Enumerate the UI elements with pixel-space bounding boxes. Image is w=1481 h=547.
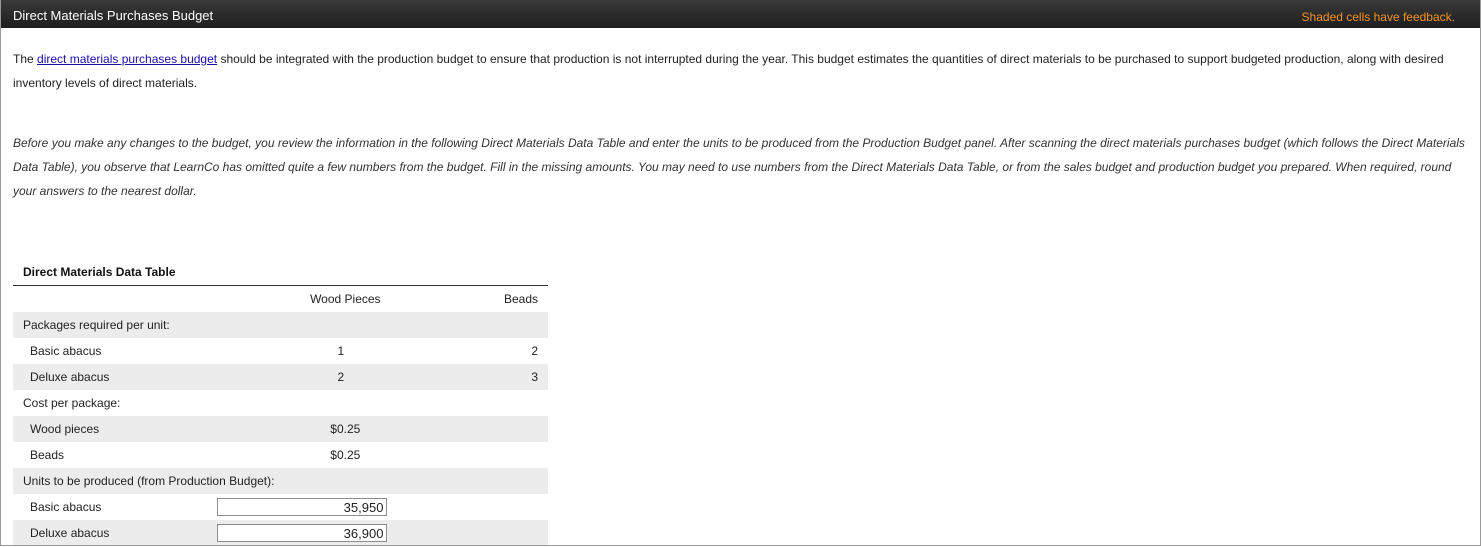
table-row: Wood pieces $0.25: [13, 416, 548, 442]
panel: Direct Materials Purchases Budget Shaded…: [0, 0, 1481, 546]
section-row-packages: Packages required per unit:: [13, 312, 548, 338]
basic-abacus-units-input[interactable]: 35,950: [217, 498, 388, 516]
table-header-row: Wood Pieces Beads: [13, 286, 548, 312]
packages-label: Packages required per unit:: [13, 312, 217, 338]
panel-header: Direct Materials Purchases Budget Shaded…: [1, 0, 1480, 28]
beads-value: 3: [474, 364, 548, 390]
row-label: Wood pieces: [13, 416, 217, 442]
intro-suffix: should be integrated with the production…: [13, 52, 1444, 90]
row-label: Basic abacus: [30, 500, 102, 514]
direct-materials-purchases-budget-link[interactable]: direct materials purchases budget: [37, 52, 217, 66]
column-header-wood-pieces: Wood Pieces: [310, 292, 381, 306]
section-row-cost: Cost per package:: [13, 390, 548, 416]
row-label: Beads: [30, 448, 65, 462]
cost-value: $0.25: [330, 448, 361, 462]
wood-value: 1: [337, 344, 345, 358]
data-table-grid: Wood Pieces Beads Packages required per …: [13, 286, 548, 545]
table-row: Deluxe abacus 2 3: [13, 364, 548, 390]
units-label: Units to be produced (from Production Bu…: [13, 468, 475, 494]
column-header-beads: Beads: [503, 292, 538, 306]
section-row-units: Units to be produced (from Production Bu…: [13, 468, 548, 494]
panel-title: Direct Materials Purchases Budget: [13, 8, 214, 23]
row-label: Deluxe abacus: [13, 520, 217, 545]
table-row: Basic abacus 35,950: [13, 494, 548, 520]
intro-prefix: The: [13, 52, 38, 66]
deluxe-abacus-units-input[interactable]: 36,900: [217, 524, 388, 542]
row-label: Basic abacus: [30, 344, 102, 358]
cost-label: Cost per package:: [23, 396, 121, 410]
beads-value: 2: [531, 344, 538, 358]
intro-paragraph: The direct materials purchases budget sh…: [13, 47, 1468, 95]
table-row: Beads $0.25: [13, 442, 548, 468]
cost-value: $0.25: [216, 416, 475, 442]
wood-value: 2: [216, 364, 475, 390]
row-label: Deluxe abacus: [13, 364, 217, 390]
feedback-note: Shaded cells have feedback.: [1301, 10, 1455, 24]
instructions-paragraph: Before you make any changes to the budge…: [13, 136, 1465, 198]
data-table-title: Direct Materials Data Table: [13, 258, 548, 286]
direct-materials-data-table: Direct Materials Data Table Wood Pieces …: [13, 258, 548, 545]
table-row: Deluxe abacus 36,900: [13, 520, 548, 545]
table-row: Basic abacus 1 2: [13, 338, 548, 364]
